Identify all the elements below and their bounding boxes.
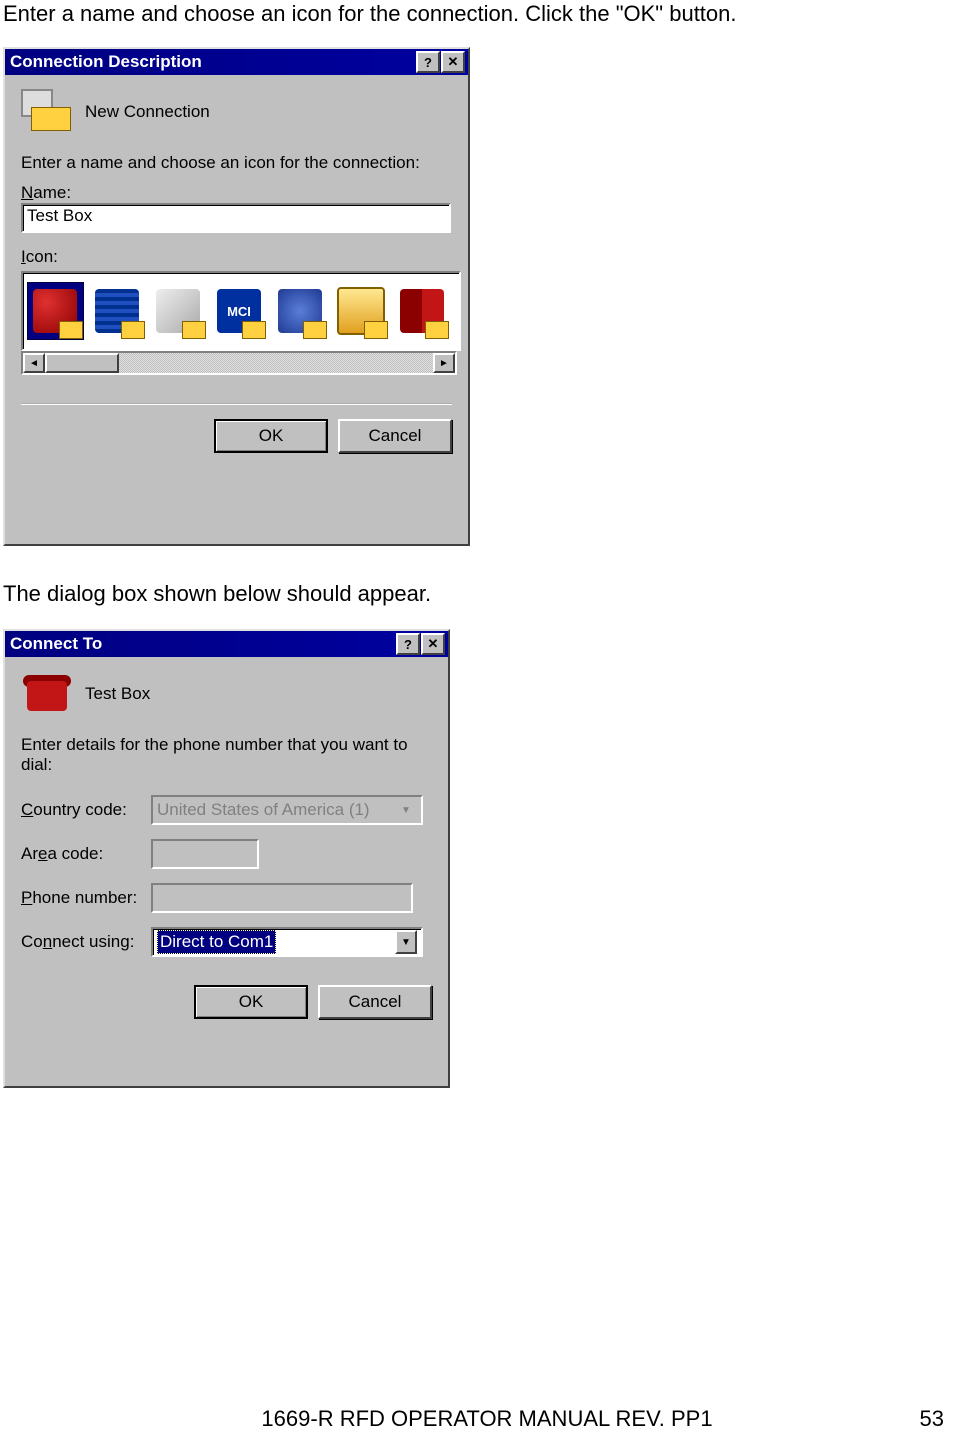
name-label: Name: [21,183,452,203]
dialog-title: Connection Description [8,52,415,72]
ok-button[interactable]: OK [194,985,308,1019]
connect-to-dialog: Connect To ? ✕ Test Box Enter details fo… [3,629,450,1088]
intro-text-2: The dialog box shown below should appear… [3,580,431,609]
separator [21,403,452,405]
icon-label: Icon: [21,247,452,267]
cancel-button[interactable]: Cancel [338,419,452,453]
chevron-down-icon: ▼ [395,798,417,822]
connection-description-dialog: Connection Description ? ✕ New Connectio… [3,47,470,546]
name-input[interactable]: Test Box [21,203,451,233]
scroll-thumb[interactable] [45,353,119,373]
country-code-select: United States of America (1) ▼ [151,795,423,825]
help-button[interactable]: ? [416,51,440,73]
phone-number-input [151,883,413,913]
close-button[interactable]: ✕ [421,633,445,655]
dialog-title: Connect To [8,634,395,654]
titlebar[interactable]: Connect To ? ✕ [5,631,448,657]
icon-option-news[interactable] [151,283,206,339]
ok-button[interactable]: OK [214,419,328,453]
icon-scrollbar[interactable]: ◄ ► [21,351,457,375]
dialog-heading: New Connection [85,102,210,122]
icon-option-mci[interactable]: MCI [212,283,267,339]
connection-icon [21,89,75,135]
icon-option-phone[interactable] [27,282,84,340]
page-number: 53 [920,1406,944,1432]
footer-text: 1669-R RFD OPERATOR MANUAL REV. PP1 [0,1406,974,1432]
icon-option-globe[interactable] [90,283,145,339]
icon-option-ge[interactable] [272,283,327,339]
intro-text-1: Enter a name and choose an icon for the … [3,0,737,29]
cancel-button[interactable]: Cancel [318,985,432,1019]
area-code-input [151,839,259,869]
scroll-right-icon[interactable]: ► [433,353,455,373]
icon-option-doc[interactable] [333,283,388,339]
phone-number-label: Phone number: [21,888,151,908]
icon-picker[interactable]: MCI [21,271,461,351]
connect-using-label: Connect using: [21,932,151,952]
connect-using-select[interactable]: Direct to Com1 ▼ [151,927,423,957]
dialog-heading: Test Box [85,684,150,704]
instruction-text: Enter a name and choose an icon for the … [21,153,452,173]
icon-option-umbrella[interactable] [394,283,449,339]
instruction-text: Enter details for the phone number that … [21,735,432,775]
area-code-label: Area code: [21,844,151,864]
country-code-label: Country code: [21,800,151,820]
titlebar[interactable]: Connection Description ? ✕ [5,49,468,75]
close-button[interactable]: ✕ [441,51,465,73]
chevron-down-icon[interactable]: ▼ [395,930,417,954]
phone-icon [21,671,75,717]
scroll-left-icon[interactable]: ◄ [23,353,45,373]
help-button[interactable]: ? [396,633,420,655]
